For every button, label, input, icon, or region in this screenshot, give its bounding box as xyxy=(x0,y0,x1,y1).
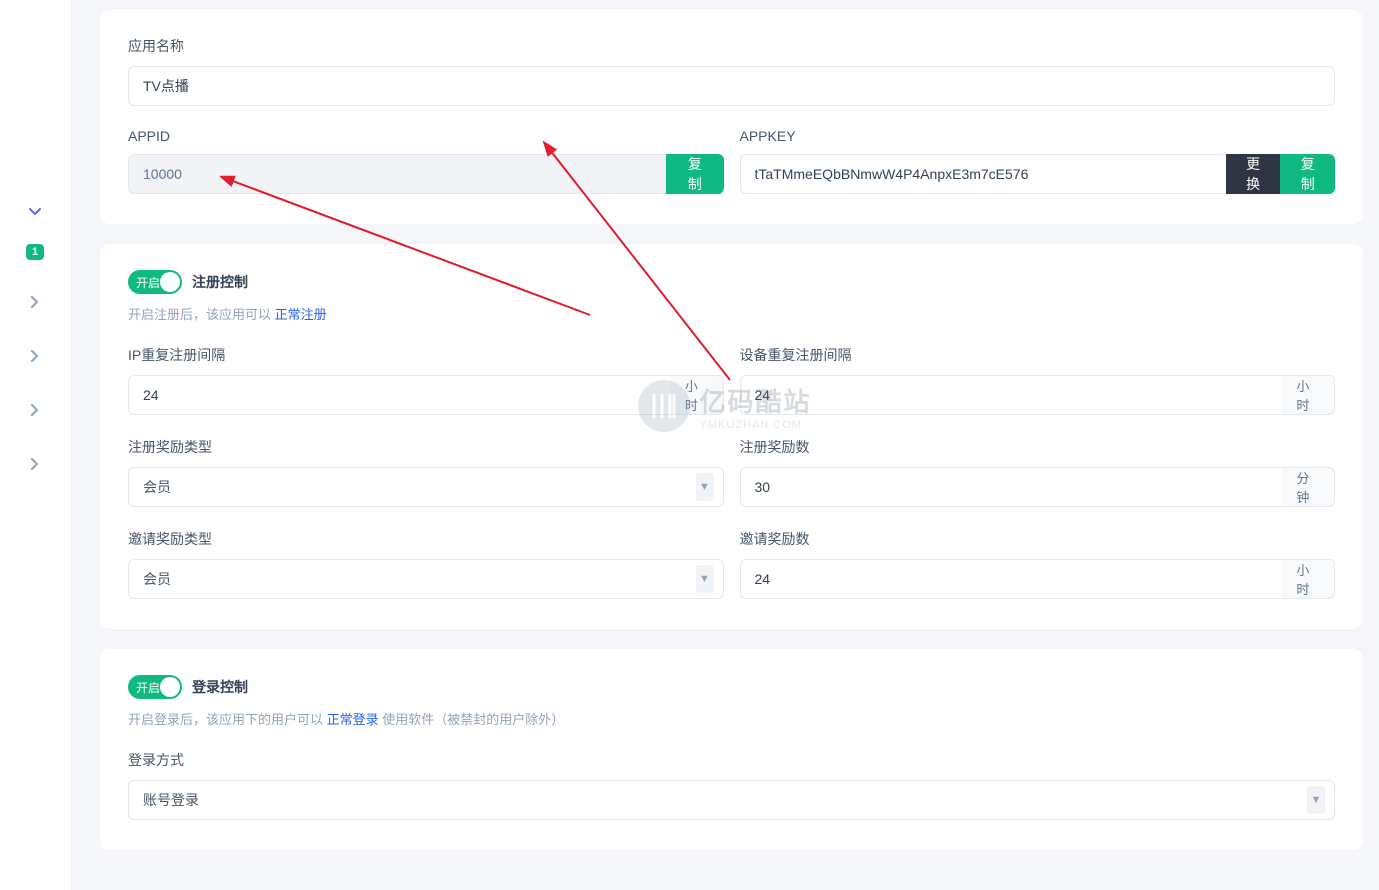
sidebar-item-2[interactable] xyxy=(23,344,47,368)
app-name-input[interactable] xyxy=(128,66,1335,106)
main-content: 应用名称 APPID 复制 APPKEY 更换 复制 xyxy=(70,0,1379,890)
ip-interval-label: IP重复注册间隔 xyxy=(128,345,724,365)
sidebar: 1 xyxy=(0,0,70,890)
reg-reward-type-label: 注册奖励类型 xyxy=(128,437,724,457)
appid-copy-button[interactable]: 复制 xyxy=(666,154,723,194)
login-control-title: 登录控制 xyxy=(192,677,248,697)
normal-register-link[interactable]: 正常注册 xyxy=(275,307,327,322)
reg-reward-num-unit: 分钟 xyxy=(1282,467,1335,507)
invite-reward-num-input[interactable] xyxy=(740,559,1283,599)
appkey-input[interactable] xyxy=(740,154,1226,194)
register-hint: 开启注册后，该应用可以 正常注册 xyxy=(128,304,1335,323)
sidebar-item-3[interactable] xyxy=(23,398,47,422)
login-hint: 开启登录后，该应用下的用户可以 正常登录 使用软件（被禁封的用户除外） xyxy=(128,709,1335,728)
invite-reward-type-select[interactable]: 会员 xyxy=(128,559,724,599)
device-interval-input[interactable] xyxy=(740,375,1283,415)
sidebar-toggle-icon[interactable] xyxy=(23,200,47,224)
reg-reward-num-input[interactable] xyxy=(740,467,1283,507)
login-switch[interactable]: 开启 xyxy=(128,675,182,699)
appid-input xyxy=(128,154,666,194)
register-control-title: 注册控制 xyxy=(192,272,248,292)
app-info-card: 应用名称 APPID 复制 APPKEY 更换 复制 xyxy=(100,10,1363,224)
sidebar-item-1[interactable] xyxy=(23,290,47,314)
login-method-select[interactable]: 账号登录 xyxy=(128,780,1335,820)
login-control-card: 开启 登录控制 开启登录后，该应用下的用户可以 正常登录 使用软件（被禁封的用户… xyxy=(100,649,1363,850)
login-method-label: 登录方式 xyxy=(128,750,1335,770)
invite-reward-type-label: 邀请奖励类型 xyxy=(128,529,724,549)
switch-knob xyxy=(160,677,180,697)
invite-reward-num-label: 邀请奖励数 xyxy=(740,529,1336,549)
register-switch[interactable]: 开启 xyxy=(128,270,182,294)
switch-knob xyxy=(160,272,180,292)
switch-on-label: 开启 xyxy=(128,679,160,696)
device-interval-unit: 小时 xyxy=(1282,375,1335,415)
sidebar-badge: 1 xyxy=(26,244,44,260)
register-control-card: 开启 注册控制 开启注册后，该应用可以 正常注册 IP重复注册间隔 小时 设备重… xyxy=(100,244,1363,629)
appkey-copy-button[interactable]: 复制 xyxy=(1280,154,1335,194)
invite-reward-num-unit: 小时 xyxy=(1282,559,1335,599)
reg-reward-type-select[interactable]: 会员 xyxy=(128,467,724,507)
ip-interval-unit: 小时 xyxy=(671,375,724,415)
normal-login-link[interactable]: 正常登录 xyxy=(327,712,379,727)
switch-on-label: 开启 xyxy=(128,274,160,291)
sidebar-item-4[interactable] xyxy=(23,452,47,476)
appkey-label: APPKEY xyxy=(740,128,1336,144)
ip-interval-input[interactable] xyxy=(128,375,671,415)
appkey-change-button[interactable]: 更换 xyxy=(1226,154,1281,194)
app-name-label: 应用名称 xyxy=(128,36,1335,56)
device-interval-label: 设备重复注册间隔 xyxy=(740,345,1336,365)
appid-label: APPID xyxy=(128,128,724,144)
reg-reward-num-label: 注册奖励数 xyxy=(740,437,1336,457)
